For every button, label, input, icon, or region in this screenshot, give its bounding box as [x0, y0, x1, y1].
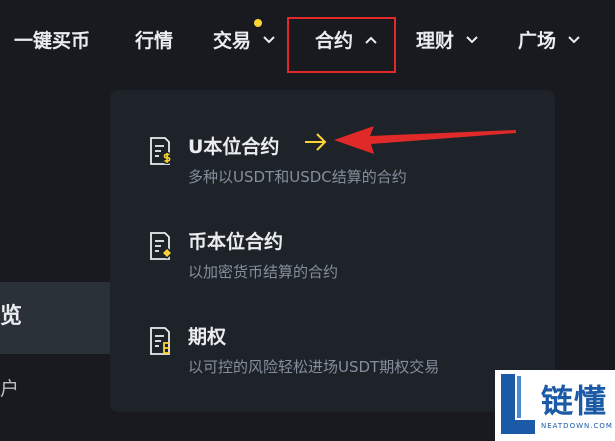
sidebar-item-account-label[interactable]: 户: [0, 374, 19, 401]
nav-markets[interactable]: 行情: [135, 27, 173, 55]
menu-item-coin-m-futures[interactable]: 币本位合约 以加密货币结算的合约: [110, 213, 555, 303]
nav-square-label: 广场: [518, 30, 557, 52]
chevron-down-icon: [465, 36, 478, 44]
menu-item-title: 币本位合约: [188, 231, 284, 253]
sidebar-item-overview-label: 览: [0, 304, 23, 329]
watermark-logo: 链懂 NEATDOWN.COM: [495, 370, 615, 441]
options-icon: [150, 327, 170, 355]
coin-contract-icon: [150, 232, 174, 260]
menu-item-desc: 以可控的风险轻松进场USDT期权交易: [188, 358, 440, 376]
watermark-text: 链懂: [541, 382, 608, 420]
nav-earn[interactable]: 理财: [416, 27, 479, 55]
nav-trade-label: 交易: [213, 30, 252, 52]
top-nav: 一键买币 行情 交易 合约 理财 广场: [0, 0, 615, 84]
nav-buy-crypto-label: 一键买币: [14, 30, 91, 52]
menu-item-options[interactable]: 期权 以可控的风险轻松进场USDT期权交易: [110, 308, 555, 398]
notification-dot: [254, 19, 262, 27]
watermark-sub: NEATDOWN.COM: [541, 422, 613, 430]
annotation-arrow-icon: [334, 126, 516, 154]
nav-trade[interactable]: 交易: [213, 27, 276, 55]
menu-item-title: 期权: [188, 326, 227, 348]
nav-buy-crypto[interactable]: 一键买币: [14, 27, 90, 55]
menu-item-desc: 以加密货币结算的合约: [188, 263, 339, 281]
menu-item-desc: 多种以USDT和USDC结算的合约: [188, 168, 407, 186]
nav-markets-label: 行情: [135, 30, 174, 52]
nav-earn-label: 理财: [416, 30, 455, 52]
nav-square[interactable]: 广场: [518, 27, 581, 55]
chevron-down-icon: [567, 36, 580, 44]
chevron-down-icon: [262, 36, 275, 44]
arrow-right-icon: [305, 133, 327, 151]
highlight-box: [287, 17, 396, 73]
watermark-l-icon: [501, 374, 535, 434]
usd-contract-icon: [150, 137, 173, 165]
menu-item-title: U本位合约: [188, 136, 280, 158]
